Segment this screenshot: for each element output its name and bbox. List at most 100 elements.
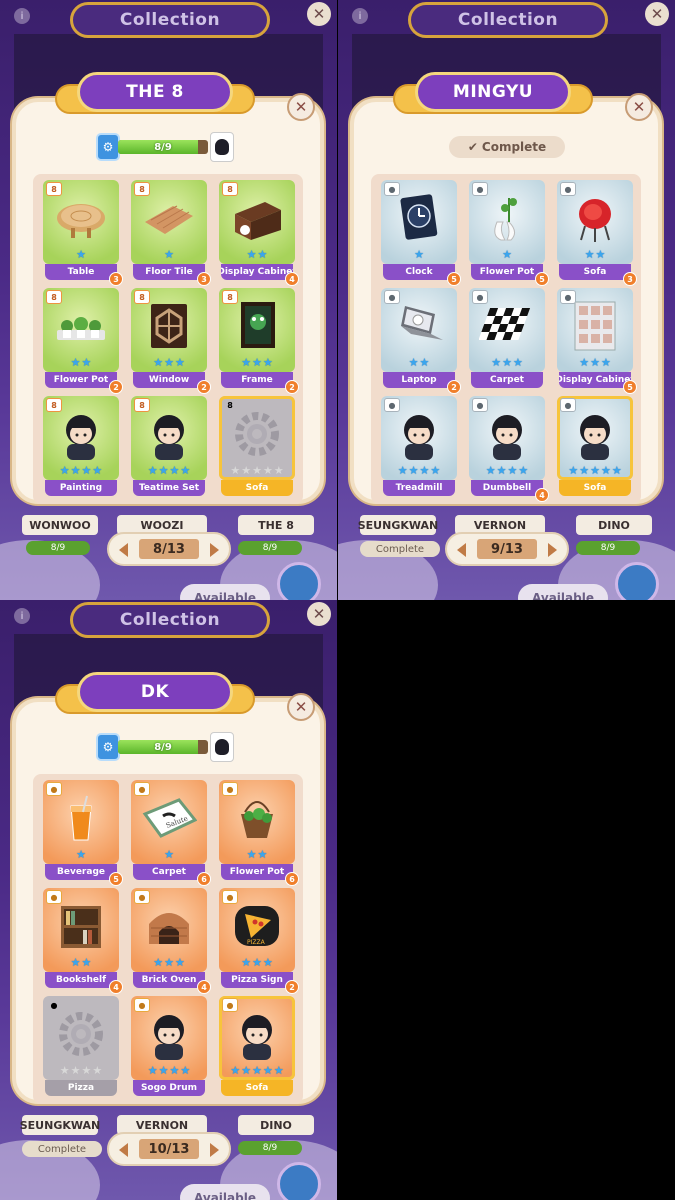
item-count-badge: 4 [285, 272, 299, 286]
puzzle-icon: ⚙ [96, 733, 120, 761]
collection-item[interactable]: 8 ★ ★ Display Cabinet 4 [219, 180, 299, 286]
star-icon: ★ [174, 956, 185, 969]
item-count-badge: 3 [109, 272, 123, 286]
info-icon[interactable]: i [14, 8, 30, 24]
item-count-badge: 2 [109, 380, 123, 394]
collection-item[interactable]: ● ★ ★ ★ ★ Dumbbell 4 [469, 396, 549, 502]
member-mascot-icon: ● [384, 398, 400, 412]
screen-close-icon[interactable]: ✕ [645, 2, 669, 26]
close-button[interactable]: ✕ [625, 93, 653, 121]
star-icon: ★ [252, 464, 262, 477]
bg-member-label: DINO [576, 515, 652, 535]
star-icon: ★ [153, 356, 164, 369]
collection-item[interactable]: 8 ★ ★ ★ ★ Painting [43, 396, 119, 496]
collection-item[interactable]: ● ★ ★ Bookshelf 4 [43, 888, 123, 994]
collection-item[interactable]: 8 ★ ★ ★ Window 2 [131, 288, 211, 394]
item-count-badge: 4 [109, 980, 123, 994]
next-page-arrow-icon[interactable] [210, 543, 219, 557]
star-icon: ★ [512, 356, 523, 369]
star-icon: ★ [76, 248, 86, 261]
item-label: Sofa [559, 480, 631, 496]
page-indicator: 8/13 [139, 539, 199, 559]
bg-complete-badge: Complete [360, 541, 440, 557]
collection-item[interactable]: ● ★ ★ Laptop 2 [381, 288, 461, 394]
collection-item[interactable]: 8 ★ ★ ★ Frame 2 [219, 288, 299, 394]
collection-item[interactable]: ● ★ Flower Pot 5 [469, 180, 549, 286]
star-icon: ★ [241, 956, 252, 969]
collection-item[interactable]: 8 ★ ★ Flower Pot 2 [43, 288, 123, 394]
collection-item[interactable]: PIZZA ● ★ ★ ★ Pizza Sign 2 [219, 888, 299, 994]
reward-chest-icon[interactable] [277, 562, 321, 600]
collection-item[interactable]: Salute ● ★ Carpet 6 [131, 780, 211, 886]
star-rating: ★ ★ [223, 248, 291, 262]
prev-page-arrow-icon[interactable] [119, 1143, 128, 1157]
screen-title: Collection [408, 2, 608, 38]
collection-item[interactable]: ● ★ ★ ★ ★ Treadmill [381, 396, 457, 496]
star-icon: ★ [273, 464, 284, 477]
available-button[interactable]: Available [518, 584, 608, 600]
star-icon: ★ [169, 464, 180, 477]
item-count-badge: 2 [285, 380, 299, 394]
next-page-arrow-icon[interactable] [210, 1143, 219, 1157]
item-count-badge: 5 [535, 272, 549, 286]
collection-item[interactable]: ● ★ Beverage 5 [43, 780, 123, 886]
collection-item[interactable]: ● ★ ★ ★ Carpet [469, 288, 545, 388]
star-icon: ★ [241, 1064, 252, 1077]
progress-text: 8/9 [154, 741, 172, 753]
item-label: Dumbbell [471, 480, 543, 496]
bg-member-label: THE 8 [238, 515, 314, 535]
star-icon: ★ [180, 1064, 191, 1077]
star-icon: ★ [59, 1064, 70, 1077]
collection-item[interactable]: ● ★ ★ ★ ★ Sogo Drum [131, 996, 207, 1096]
bg-complete-text: Complete [375, 543, 425, 555]
star-icon: ★ [600, 464, 611, 477]
collection-item[interactable]: 8 ★ Table 3 [43, 180, 123, 286]
info-icon[interactable]: i [14, 608, 30, 624]
collection-progress: ⚙ 8/9 [96, 132, 236, 162]
member-avatar [210, 732, 234, 762]
screen-close-icon[interactable]: ✕ [307, 2, 331, 26]
star-icon: ★ [568, 464, 579, 477]
star-icon: ★ [246, 848, 257, 861]
collection-item[interactable]: ● ★ ★ ★ ★ ★ Sofa [219, 996, 295, 1096]
star-rating: ★ ★ [223, 848, 291, 862]
available-button[interactable]: Available [180, 1184, 270, 1200]
collection-panel: i Collection ✕ WONWOO WOOZI THE 8 8/9 8/9 Availa… [0, 0, 337, 600]
star-icon: ★ [579, 356, 590, 369]
item-label: Carpet [471, 372, 543, 388]
bg-progress-bar: 8/9 [26, 541, 90, 555]
member-name: MINGYU [415, 72, 571, 112]
next-page-arrow-icon[interactable] [548, 543, 557, 557]
screen-close-icon[interactable]: ✕ [307, 602, 331, 626]
star-rating: ★ ★ [47, 956, 115, 970]
close-button[interactable]: ✕ [287, 693, 315, 721]
star-rating: ★ ★ ★ [561, 356, 629, 370]
item-label: Flower Pot [45, 372, 117, 388]
star-icon: ★ [257, 248, 268, 261]
collection-item[interactable]: ● ★ ★ ★ Brick Oven 4 [131, 888, 211, 994]
item-count-badge: 2 [197, 380, 211, 394]
collection-item[interactable]: ● ★ Clock 5 [381, 180, 461, 286]
item-label: Bookshelf [45, 972, 117, 988]
progress-bar: 8/9 [118, 740, 208, 754]
reward-chest-icon[interactable] [615, 562, 659, 600]
collection-item[interactable]: ● ★ ★ Flower Pot 6 [219, 780, 299, 886]
collection-item[interactable]: ● ★ ★ ★ ★ Pizza [43, 996, 119, 1096]
reward-chest-icon[interactable] [277, 1162, 321, 1200]
item-label: Flower Pot [471, 264, 543, 280]
prev-page-arrow-icon[interactable] [457, 543, 466, 557]
collection-item[interactable]: 8 ★ ★ ★ ★ ★ Sofa [219, 396, 295, 496]
star-icon: ★ [70, 956, 81, 969]
collection-item[interactable]: ● ★ ★ Sofa 3 [557, 180, 637, 286]
prev-page-arrow-icon[interactable] [119, 543, 128, 557]
star-rating: ★ ★ ★ [135, 356, 203, 370]
available-button[interactable]: Available [180, 584, 270, 600]
info-icon[interactable]: i [352, 8, 368, 24]
star-icon: ★ [252, 1064, 262, 1077]
collection-item[interactable]: 8 ★ Floor Tile 3 [131, 180, 211, 286]
close-button[interactable]: ✕ [287, 93, 315, 121]
collection-item[interactable]: ● ★ ★ ★ Display Cabinet 5 [557, 288, 637, 394]
collection-item[interactable]: ● ★ ★ ★ ★ ★ Sofa [557, 396, 633, 496]
item-label: Pizza [45, 1080, 117, 1096]
collection-item[interactable]: 8 ★ ★ ★ ★ Teatime Set [131, 396, 207, 496]
